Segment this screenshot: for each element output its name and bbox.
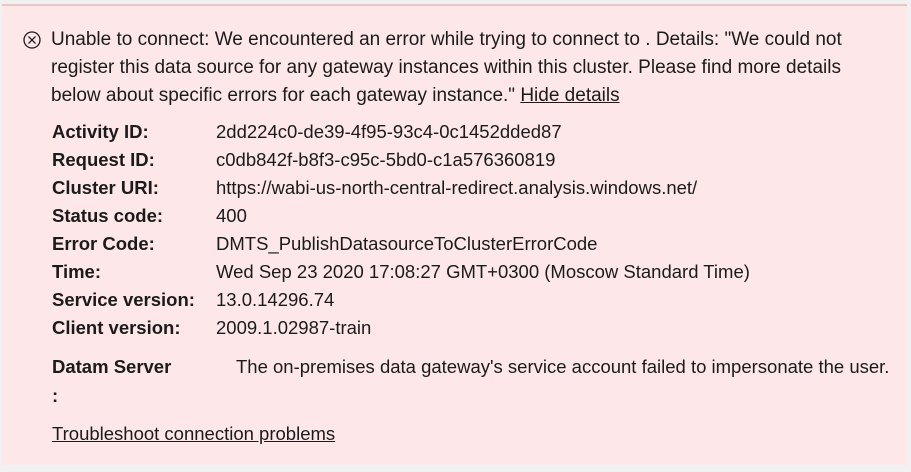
detail-row-status-code: Status code: 400 [52,202,750,230]
detail-value: https://wabi-us-north-central-redirect.a… [216,177,698,198]
detail-row-time: Time: Wed Sep 23 2020 17:08:27 GMT+0300 … [52,258,750,286]
troubleshoot-connection-link[interactable]: Troubleshoot connection problems [52,423,335,444]
error-details-list: Activity ID: 2dd224c0-de39-4f95-93c4-0c1… [52,118,750,342]
detail-label: Cluster URI: [52,177,159,198]
detail-label: Time: [52,261,102,282]
detail-value: 400 [216,205,247,226]
error-message: Unable to connect: We encountered an err… [23,26,881,110]
detail-row-cluster-uri: Cluster URI: https://wabi-us-north-centr… [52,174,750,202]
detail-label: Status code: [52,205,164,226]
detail-value: 13.0.14296.74 [216,289,335,310]
server-label: Datam Server : [52,356,172,406]
detail-label: Client version: [52,317,181,338]
detail-row-error-code: Error Code: DMTS_PublishDatasourceToClus… [52,230,750,258]
hide-details-link[interactable]: Hide details [520,85,619,106]
error-banner: Unable to connect: We encountered an err… [2,4,907,465]
detail-row-request-id: Request ID: c0db842f-b8f3-c95c-5bd0-c1a5… [52,146,750,174]
detail-value: Wed Sep 23 2020 17:08:27 GMT+0300 (Mosco… [216,261,750,282]
detail-label: Error Code: [52,233,155,254]
detail-value: 2009.1.02987-train [216,317,372,338]
detail-row-service-version: Service version: 13.0.14296.74 [52,286,750,314]
detail-value: c0db842f-b8f3-c95c-5bd0-c1a576360819 [216,149,556,170]
error-message-text: Unable to connect: We encountered an err… [51,29,842,106]
banner-top-border [2,4,907,6]
detail-value: 2dd224c0-de39-4f95-93c4-0c1452dded87 [216,121,562,142]
troubleshoot-link-container: Troubleshoot connection problems [52,420,335,448]
server-error-message: The on-premises data gateway's service a… [236,356,890,377]
detail-row-client-version: Client version: 2009.1.02987-train [52,314,750,342]
detail-row-activity-id: Activity ID: 2dd224c0-de39-4f95-93c4-0c1… [52,118,750,146]
detail-label: Service version: [52,289,195,310]
detail-label: Request ID: [52,149,155,170]
detail-label: Activity ID: [52,121,149,142]
detail-value: DMTS_PublishDatasourceToClusterErrorCode [216,233,598,254]
error-circle-x-icon [23,31,41,49]
